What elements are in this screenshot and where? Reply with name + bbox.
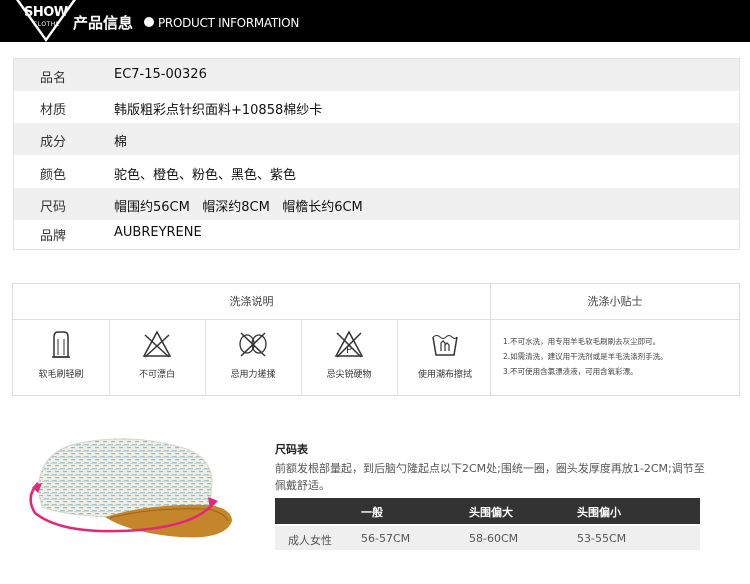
- section-subtitle: PRODUCT INFORMATION: [158, 16, 299, 30]
- size-cell: 56-57CM: [361, 532, 411, 545]
- bullet-icon: [144, 17, 154, 27]
- info-label: 颜色: [40, 168, 67, 183]
- logo-subtext: CLOTHE: [33, 21, 61, 28]
- no-bleach-icon: [142, 330, 172, 358]
- care-item: 使用潮布擦拭: [397, 320, 491, 395]
- care-item: 不可漂白: [109, 320, 206, 395]
- brush-icon: [52, 331, 70, 358]
- care-tip: 1.不可水洗，用专用羊毛软毛刷刷去灰尘即可。: [503, 337, 661, 346]
- info-row: 品名 EC7-15-00326: [14, 59, 739, 91]
- section-title: 产品信息: [73, 14, 134, 32]
- size-col-header: 头围偏小: [577, 506, 621, 519]
- size-cell: 58-60CM: [469, 532, 519, 545]
- logo-text: SHOW: [24, 5, 68, 20]
- care-item-label: 不可漂白: [138, 370, 175, 380]
- info-value: 韩版粗彩点针织面料+10858棉纱卡: [114, 103, 323, 118]
- info-value: 棉: [114, 135, 128, 150]
- info-value: AUBREYRENE: [114, 225, 202, 240]
- care-tip: 3.不可使用含氯漂渍液，可用含氧彩漂。: [503, 367, 638, 376]
- info-row: 尺码 帽围约56CM 帽深约8CM 帽檐长约6CM: [14, 188, 739, 220]
- info-label: 成分: [40, 135, 67, 150]
- size-chart-title: 尺码表: [275, 443, 308, 456]
- care-section: 洗涤说明 洗涤小贴士 软毛刷轻刷 不可漂白 忌用力搓揉 P 忌尖锐硬物 使用潮布…: [12, 283, 740, 396]
- care-tips-title: 洗涤小贴士: [491, 284, 739, 320]
- care-item-label: 使用潮布擦拭: [417, 370, 472, 380]
- info-label: 尺码: [40, 200, 67, 215]
- info-row: 品牌 AUBREYRENE: [14, 217, 739, 249]
- size-table-header: 一般 头围偏大 头围偏小: [275, 498, 700, 524]
- size-col-header: 头围偏大: [469, 506, 513, 519]
- size-cell: 成人女性: [288, 534, 332, 547]
- header-bar: SHOW CLOTHE 产品信息 PRODUCT INFORMATION: [0, 0, 750, 42]
- info-row: 颜色 驼色、橙色、粉色、黑色、紫色: [14, 156, 739, 188]
- info-label: 材质: [40, 103, 67, 118]
- info-value: EC7-15-00326: [114, 67, 207, 82]
- size-col-header: 一般: [361, 506, 383, 519]
- care-item-label: 软毛刷轻刷: [38, 370, 84, 380]
- care-item-label: 忌尖锐硬物: [326, 370, 372, 380]
- size-table-row: 成人女性 56-57CM 58-60CM 53-55CM: [275, 526, 700, 550]
- info-row: 成分 棉: [14, 123, 739, 155]
- care-item: 忌用力搓揉: [205, 320, 302, 395]
- no-sharp-icon: P: [334, 330, 364, 358]
- no-wring-icon: [239, 332, 267, 357]
- size-chart-note: 前额发根部量起，到后脑勺隆起点以下2CM处;围统一圈，圈头发厚度再放1-2CM;…: [275, 462, 705, 492]
- care-item: 软毛刷轻刷: [13, 320, 110, 395]
- size-cell: 53-55CM: [577, 532, 627, 545]
- hat-product-image: [29, 438, 232, 538]
- info-row: 材质 韩版粗彩点针织面料+10858棉纱卡: [14, 91, 739, 123]
- info-value: 驼色、橙色、粉色、黑色、紫色: [114, 168, 297, 183]
- care-item-label: 忌用力搓揉: [230, 370, 276, 380]
- product-info-table: 品名 EC7-15-00326 材质 韩版粗彩点针织面料+10858棉纱卡 成分…: [13, 58, 740, 250]
- damp-cloth-icon: [432, 335, 458, 356]
- care-tip: 2.如需清洗，建议用干洗剂或是羊毛洗涤剂手洗。: [503, 352, 668, 361]
- care-item: P 忌尖锐硬物: [301, 320, 398, 395]
- care-instructions-title: 洗涤说明: [13, 284, 491, 320]
- info-label: 品名: [40, 71, 67, 86]
- care-tips-list: 1.不可水洗，用专用羊毛软毛刷刷去灰尘即可。 2.如需清洗，建议用干洗剂或是羊毛…: [503, 334, 733, 379]
- info-value: 帽围约56CM 帽深约8CM 帽檐长约6CM: [114, 200, 363, 215]
- info-label: 品牌: [40, 229, 67, 244]
